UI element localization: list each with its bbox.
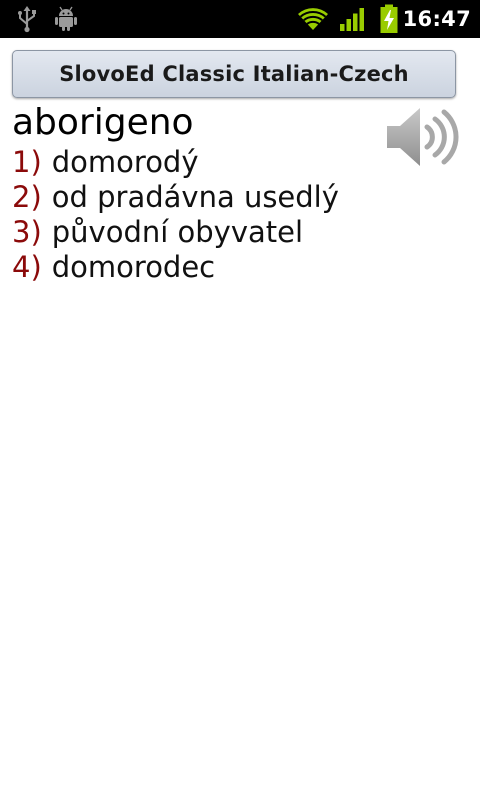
- headword: aborigeno: [12, 102, 194, 143]
- usb-icon: [14, 0, 40, 38]
- signal-icon: [338, 0, 366, 38]
- clock: 16:47: [402, 7, 471, 31]
- sense-item: 3) původní obyvatel: [12, 215, 339, 250]
- sense-number: 1): [12, 145, 42, 179]
- sense-text: od pradávna usedlý: [51, 180, 339, 214]
- status-bar: 16:47: [0, 0, 480, 38]
- app-title-bar[interactable]: SlovoEd Classic Italian-Czech: [12, 50, 456, 98]
- sense-number: 4): [12, 250, 42, 284]
- wifi-icon: [296, 0, 330, 38]
- sense-item: 2) od pradávna usedlý: [12, 180, 339, 215]
- sense-text: domorodý: [51, 145, 199, 179]
- battery-charging-icon: [376, 0, 402, 38]
- sense-list: 1) domorodý 2) od pradávna usedlý 3) původn…: [12, 145, 339, 285]
- sense-item: 1) domorodý: [12, 145, 339, 180]
- app-title: SlovoEd Classic Italian-Czech: [59, 62, 409, 86]
- sense-number: 2): [12, 180, 42, 214]
- sense-item: 4) domorodec: [12, 250, 339, 285]
- sense-text: původní obyvatel: [51, 215, 304, 249]
- android-debug-icon: [53, 0, 79, 38]
- speaker-icon[interactable]: [384, 104, 460, 170]
- sense-text: domorodec: [51, 250, 216, 284]
- sense-number: 3): [12, 215, 42, 249]
